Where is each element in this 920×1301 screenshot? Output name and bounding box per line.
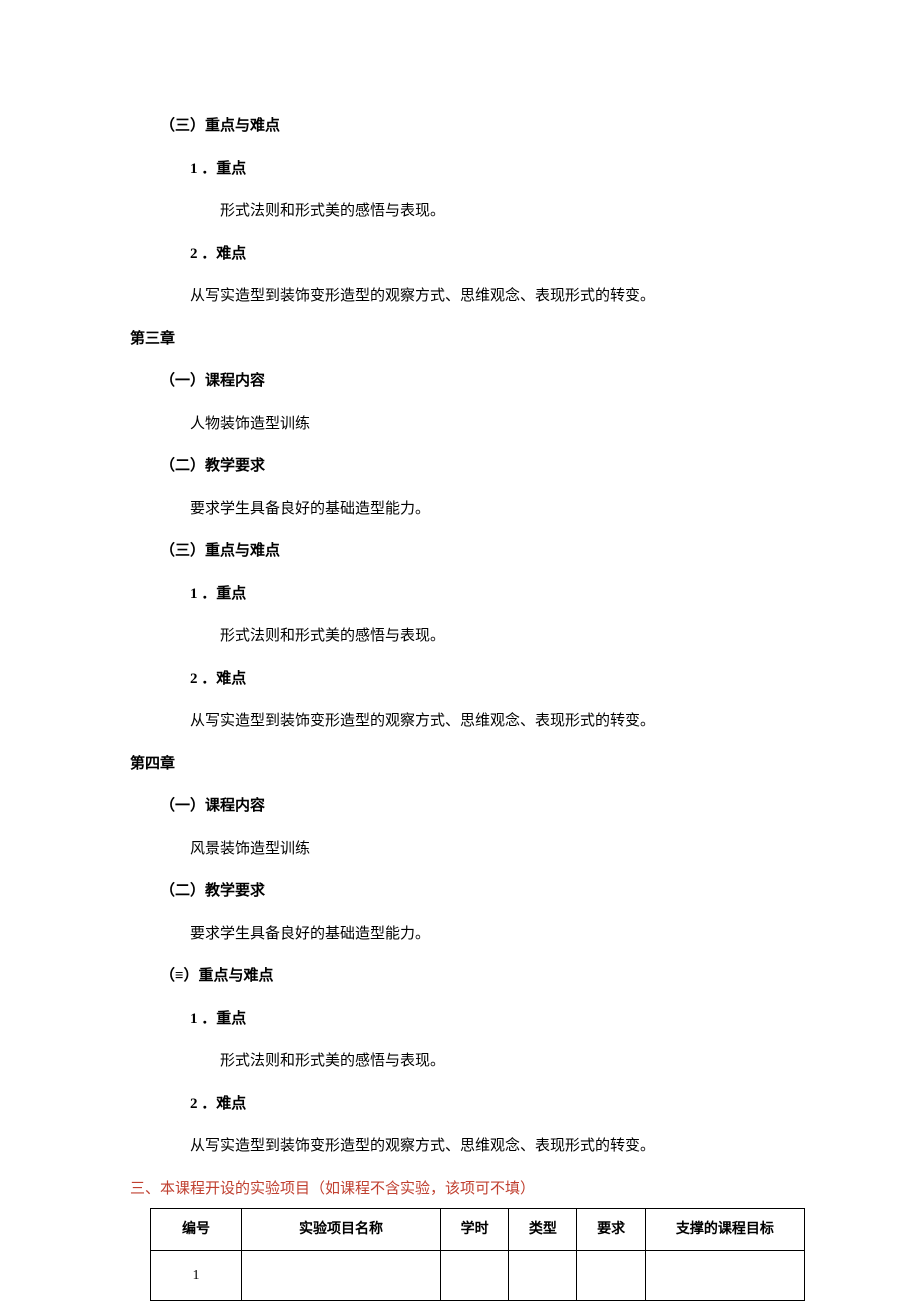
table-header-row: 编号 实验项目名称 学时 类型 要求 支撑的课程目标 xyxy=(151,1209,805,1251)
experiment-table: 编号 实验项目名称 学时 类型 要求 支撑的课程目标 1 xyxy=(150,1208,805,1301)
key-point-text: 形式法则和形式美的感悟与表现。 xyxy=(220,200,790,223)
key-point-label: 1 ．重点 xyxy=(190,583,790,606)
col-hours: 学时 xyxy=(441,1209,509,1251)
difficulty-label: 2 ．难点 xyxy=(190,243,790,266)
cell-num: 1 xyxy=(151,1251,242,1301)
course-content-text: 人物装饰造型训练 xyxy=(190,413,790,436)
course-content-text: 风景装饰造型训练 xyxy=(190,838,790,861)
col-req: 要求 xyxy=(577,1209,645,1251)
cell-type xyxy=(509,1251,577,1301)
course-content-heading: （一）课程内容 xyxy=(160,795,790,818)
col-type: 类型 xyxy=(509,1209,577,1251)
chapter-three-title: 第三章 xyxy=(130,328,790,351)
col-name: 实验项目名称 xyxy=(241,1209,440,1251)
teaching-req-heading: （二）教学要求 xyxy=(160,880,790,903)
course-content-heading: （一）课程内容 xyxy=(160,370,790,393)
key-point-text: 形式法则和形式美的感悟与表现。 xyxy=(220,1050,790,1073)
key-diff-heading: （三）重点与难点 xyxy=(160,540,790,563)
teaching-req-text: 要求学生具备良好的基础造型能力。 xyxy=(190,923,790,946)
difficulty-label: 2 ．难点 xyxy=(190,668,790,691)
key-point-label: 1 ．重点 xyxy=(190,1008,790,1031)
cell-goal xyxy=(645,1251,804,1301)
difficulty-label: 2 ．难点 xyxy=(190,1093,790,1116)
difficulty-text: 从写实造型到装饰变形造型的观察方式、思维观念、表现形式的转变。 xyxy=(190,1135,790,1158)
key-point-label: 1 ．重点 xyxy=(190,158,790,181)
teaching-req-heading: （二）教学要求 xyxy=(160,455,790,478)
table-row: 1 xyxy=(151,1251,805,1301)
cell-req xyxy=(577,1251,645,1301)
key-point-text: 形式法则和形式美的感悟与表现。 xyxy=(220,625,790,648)
col-goal: 支撑的课程目标 xyxy=(645,1209,804,1251)
difficulty-text: 从写实造型到装饰变形造型的观察方式、思维观念、表现形式的转变。 xyxy=(190,710,790,733)
key-diff-heading: （≡）重点与难点 xyxy=(160,965,790,988)
cell-name xyxy=(241,1251,440,1301)
section-three-heading: （三）重点与难点 xyxy=(160,115,790,138)
teaching-req-text: 要求学生具备良好的基础造型能力。 xyxy=(190,498,790,521)
difficulty-text: 从写实造型到装饰变形造型的观察方式、思维观念、表现形式的转变。 xyxy=(190,285,790,308)
cell-hours xyxy=(441,1251,509,1301)
chapter-four-title: 第四章 xyxy=(130,753,790,776)
experiment-section-heading: 三、本课程开设的实验项目（如课程不含实验，该项可不填） xyxy=(130,1178,790,1201)
col-num: 编号 xyxy=(151,1209,242,1251)
